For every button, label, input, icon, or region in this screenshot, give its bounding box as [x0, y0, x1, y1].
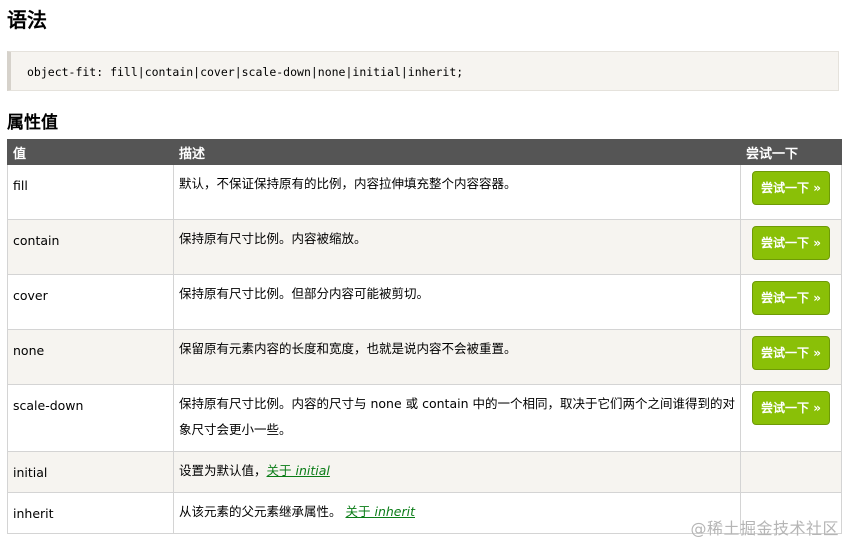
value-cell: contain — [7, 219, 174, 275]
property-values-heading: 属性值 — [7, 113, 58, 133]
try-it-button-scale-down[interactable]: 尝试一下 » — [752, 391, 830, 425]
value-cell: cover — [7, 274, 174, 330]
description-cell: 保持原有尺寸比例。内容被缩放。 — [173, 219, 741, 275]
description-text: 从该元素的父元素继承属性。 — [179, 504, 346, 519]
about-initial-link[interactable]: 关于 initial — [267, 463, 330, 478]
table-row: none 保留原有元素内容的长度和宽度，也就是说内容不会被重置。 尝试一下 » — [7, 329, 842, 385]
description-text: 设置为默认值， — [179, 463, 267, 478]
header-description: 描述 — [173, 139, 741, 165]
value-cell: initial — [7, 451, 174, 493]
table-row: scale-down 保持原有尺寸比例。内容的尺寸与 none 或 contai… — [7, 384, 842, 452]
value-cell: scale-down — [7, 384, 174, 452]
try-it-button-fill[interactable]: 尝试一下 » — [752, 171, 830, 205]
syntax-code-block: object-fit: fill|contain|cover|scale-dow… — [7, 51, 839, 91]
table-header-row: 值 描述 尝试一下 — [7, 139, 842, 165]
try-it-button-none[interactable]: 尝试一下 » — [752, 336, 830, 370]
table-row: initial 设置为默认值，关于 initial — [7, 451, 842, 493]
table-row: fill 默认，不保证保持原有的比例，内容拉伸填充整个内容容器。 尝试一下 » — [7, 164, 842, 220]
property-values-table: 值 描述 尝试一下 fill 默认，不保证保持原有的比例，内容拉伸填充整个内容容… — [7, 139, 842, 534]
watermark: @稀土掘金技术社区 — [690, 519, 839, 538]
description-cell: 默认，不保证保持原有的比例，内容拉伸填充整个内容容器。 — [173, 164, 741, 220]
value-cell: fill — [7, 164, 174, 220]
description-cell: 设置为默认值，关于 initial — [173, 451, 741, 493]
description-cell: 保留原有元素内容的长度和宽度，也就是说内容不会被重置。 — [173, 329, 741, 385]
table-row: contain 保持原有尺寸比例。内容被缩放。 尝试一下 » — [7, 219, 842, 275]
syntax-heading: 语法 — [7, 8, 47, 32]
table-row: cover 保持原有尺寸比例。但部分内容可能被剪切。 尝试一下 » — [7, 274, 842, 330]
try-it-button-contain[interactable]: 尝试一下 » — [752, 226, 830, 260]
description-cell: 从该元素的父元素继承属性。 关于 inherit — [173, 492, 741, 534]
value-cell: inherit — [7, 492, 174, 534]
value-cell: none — [7, 329, 174, 385]
description-cell: 保持原有尺寸比例。但部分内容可能被剪切。 — [173, 274, 741, 330]
header-try: 尝试一下 — [740, 139, 842, 165]
description-cell: 保持原有尺寸比例。内容的尺寸与 none 或 contain 中的一个相同，取决… — [173, 384, 741, 452]
about-inherit-link[interactable]: 关于 inherit — [345, 504, 415, 519]
header-value: 值 — [7, 139, 174, 165]
try-it-button-cover[interactable]: 尝试一下 » — [752, 281, 830, 315]
